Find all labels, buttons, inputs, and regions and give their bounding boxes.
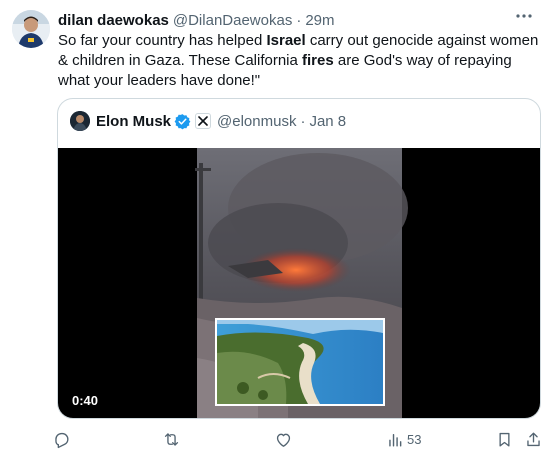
- tweet-text-bold-israel: Israel: [266, 32, 306, 49]
- quoted-author-name[interactable]: Elon Musk: [96, 113, 171, 130]
- author-avatar[interactable]: [12, 10, 50, 48]
- separator: ·: [296, 11, 302, 29]
- quoted-separator: ·: [300, 112, 306, 130]
- tweet-text: So far your country has helped Israel ca…: [58, 31, 542, 91]
- quoted-author-handle[interactable]: @elonmusk: [217, 113, 296, 130]
- share-icon: [527, 431, 540, 446]
- views-icon: [389, 433, 402, 447]
- video-player[interactable]: 0:40: [58, 148, 540, 418]
- tweet-text-part-1: So far your country has helped: [58, 32, 267, 49]
- tweet-text-bold-fires: fires: [302, 52, 334, 69]
- quoted-tweet[interactable]: Elon Musk @elonmusk · Jan 8 0:40: [57, 98, 541, 419]
- retweet-icon: [164, 432, 179, 446]
- verified-badge-icon: [174, 113, 191, 129]
- x-affiliate-badge: [195, 113, 212, 129]
- tweet-actions: 53: [52, 428, 542, 450]
- video-frame: [195, 148, 408, 418]
- quoted-tweet-header: Elon Musk @elonmusk · Jan 8: [70, 111, 346, 131]
- like-button[interactable]: [274, 428, 293, 450]
- author-handle[interactable]: @DilanDaewokas: [173, 12, 292, 29]
- x-logo-icon: [198, 116, 208, 126]
- more-options-button[interactable]: [512, 6, 536, 26]
- video-duration: 0:40: [72, 393, 99, 408]
- reply-button[interactable]: [52, 428, 71, 450]
- bookmark-button[interactable]: [495, 428, 514, 450]
- views-button[interactable]: 53: [386, 428, 421, 450]
- like-icon: [276, 433, 291, 447]
- quoted-date[interactable]: Jan 8: [309, 113, 346, 130]
- views-count: 53: [407, 431, 422, 447]
- share-button[interactable]: [524, 428, 543, 450]
- avatar-image: [12, 10, 50, 48]
- bookmark-icon: [499, 432, 510, 447]
- reply-icon: [55, 432, 69, 448]
- tweet-time[interactable]: 29m: [305, 12, 334, 29]
- retweet-button[interactable]: [162, 428, 181, 450]
- more-icon: [516, 14, 532, 18]
- author-name[interactable]: dilan daewokas: [58, 12, 169, 29]
- quoted-author-avatar[interactable]: [70, 111, 90, 131]
- quoted-avatar-image: [70, 111, 90, 131]
- tweet-header: dilan daewokas @DilanDaewokas · 29m: [58, 10, 538, 30]
- tweet: dilan daewokas @DilanDaewokas · 29m So f…: [0, 0, 550, 451]
